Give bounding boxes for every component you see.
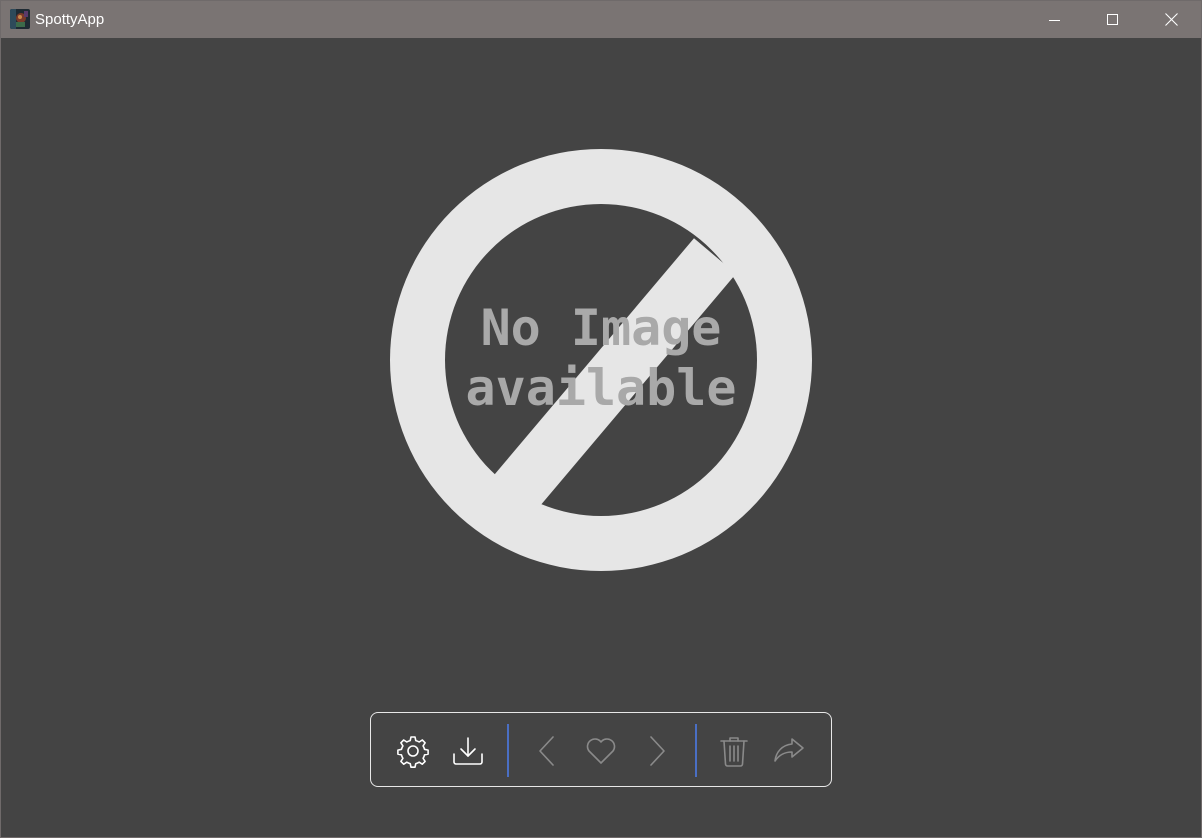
download-icon: [453, 737, 483, 765]
chevron-left-icon: [539, 736, 554, 766]
no-image-text-line1: No Image: [480, 299, 722, 357]
favorite-button[interactable]: [581, 731, 621, 771]
app-window: SpottyApp No Image available: [0, 0, 1202, 838]
heart-icon: [586, 738, 616, 764]
share-icon: [774, 738, 804, 762]
settings-button[interactable]: [393, 731, 433, 771]
trash-icon: [720, 737, 748, 767]
download-button[interactable]: [448, 731, 488, 771]
spotty-app-icon: [10, 9, 30, 29]
maximize-button[interactable]: [1084, 1, 1142, 38]
toolbar-separator: [695, 724, 697, 777]
minimize-icon: [1049, 19, 1060, 21]
previous-button[interactable]: [527, 731, 567, 771]
maximize-icon: [1107, 13, 1118, 25]
chevron-right-icon: [650, 736, 665, 766]
close-button[interactable]: [1142, 1, 1200, 38]
share-button[interactable]: [769, 731, 809, 771]
title-bar[interactable]: SpottyApp: [1, 1, 1201, 38]
close-icon: [1164, 13, 1178, 26]
bottom-toolbar: [370, 712, 832, 787]
next-button[interactable]: [637, 731, 677, 771]
toolbar-separator: [507, 724, 509, 777]
no-image-text-line2: available: [465, 359, 737, 417]
delete-button[interactable]: [714, 731, 754, 771]
gear-icon: [397, 736, 429, 768]
minimize-button[interactable]: [1026, 1, 1084, 38]
window-title: SpottyApp: [35, 11, 105, 28]
